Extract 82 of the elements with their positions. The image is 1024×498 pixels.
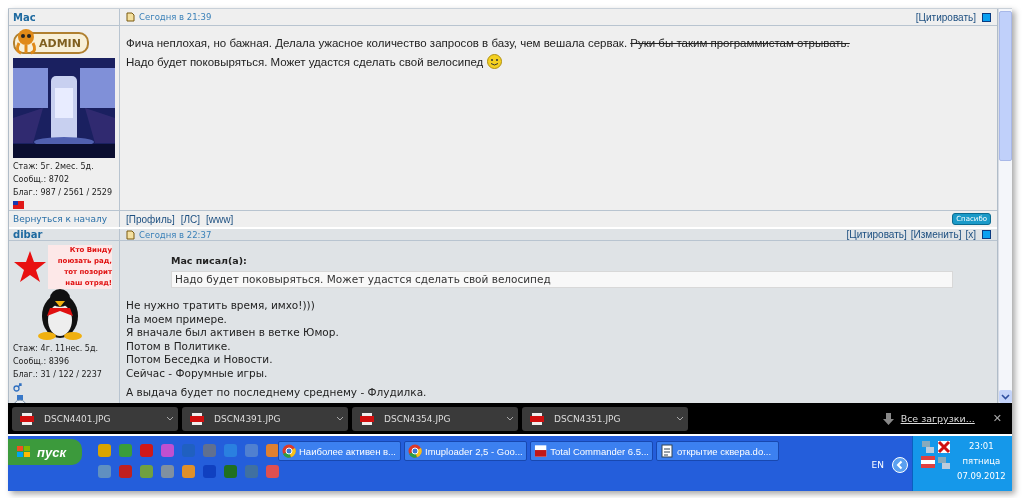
post-text: Сейчас - Форумные игры.: [126, 366, 268, 380]
male-icon: [13, 383, 22, 392]
image-file-icon: [360, 412, 374, 425]
post-text: А выдача будет по последнему среднему - Флудилка.: [126, 386, 427, 400]
program-icon[interactable]: [266, 465, 279, 478]
profile-link[interactable]: [ЛС]: [180, 213, 201, 225]
user-stat: Благ.: 987 / 2561 / 2529: [13, 187, 113, 199]
quote-text: Надо будет поковыряться. Может удастся сделать свой велосипед: [171, 271, 953, 288]
program-icon[interactable]: [161, 444, 174, 457]
program-icon[interactable]: [119, 444, 132, 457]
post-text: На моем примере.: [126, 312, 227, 326]
taskbar-button[interactable]: Наиболее активен в...: [278, 441, 401, 461]
program-icon[interactable]: [140, 444, 153, 457]
user-stat: Сообщ.: 8702: [13, 174, 69, 186]
post-time: Сегодня в 22:37: [139, 229, 212, 240]
browser-icon: [282, 444, 296, 458]
square-icon: [982, 230, 991, 239]
flag-icon: [13, 201, 24, 209]
program-icon[interactable]: [182, 465, 195, 478]
all-downloads-link[interactable]: Все загрузки...: [900, 413, 975, 424]
scroll-down-icon[interactable]: [999, 390, 1012, 403]
post-text: Фича неплохая, но бажная. Делала ужасное количество запросов в базу, чем вешала сервак. Руки бы таким программистам отрывать.: [126, 36, 850, 50]
flag-icon[interactable]: [921, 456, 935, 468]
post-action-link[interactable]: [Цитировать]: [915, 11, 976, 23]
chevron-icon[interactable]: [892, 457, 908, 473]
download-item[interactable]: DSCN4401.JPG: [12, 406, 178, 431]
back-to-top-link[interactable]: Вернуться к началу: [13, 214, 107, 224]
caret-icon[interactable]: [336, 415, 344, 422]
caret-icon[interactable]: [166, 415, 174, 422]
image-file-icon: [530, 412, 544, 425]
download-item[interactable]: DSCN4351.JPG: [522, 406, 688, 431]
profile-link[interactable]: [Профиль]: [126, 213, 175, 225]
close-button[interactable]: ✕: [992, 412, 1002, 425]
user-stat: Благ.: 31 / 122 / 2237: [13, 369, 102, 381]
post-action-link[interactable]: [Цитировать]: [846, 229, 907, 240]
post-action-link[interactable]: [x]: [965, 229, 976, 240]
download-item[interactable]: DSCN4354.JPG: [352, 406, 518, 431]
post-text: Потом в Политике.: [126, 339, 231, 353]
user-stat: Стаж: 4г. 11нес. 5д.: [13, 343, 98, 355]
download-icon: [882, 412, 894, 425]
post-time: Сегодня в 21:39: [139, 12, 212, 22]
download-item[interactable]: DSCN4391.JPG: [182, 406, 348, 431]
post-text: Потом Беседка и Новости.: [126, 353, 273, 367]
author-name[interactable]: Мас: [13, 11, 36, 23]
scroll-thumb[interactable]: [999, 11, 1012, 161]
star-icon: [13, 250, 47, 284]
program-icon[interactable]: [224, 444, 237, 457]
taskbar-button[interactable]: открытие сквера.do...: [656, 441, 779, 461]
program-icon[interactable]: [119, 465, 132, 478]
browser-icon: [408, 444, 422, 458]
square-icon: [982, 12, 991, 22]
post-text: Я вначале был активен в ветке Юмор.: [126, 326, 339, 340]
start-button[interactable]: пуск: [8, 439, 82, 465]
post-icon: [126, 12, 135, 22]
antivirus-icon[interactable]: [937, 440, 951, 454]
image-file-icon: [20, 412, 34, 425]
document-icon: [660, 444, 674, 458]
post-text: Надо будет поковыряться. Может удастся сделать свой велосипед: [126, 54, 484, 69]
user-stat: Сообщ.: 8396: [13, 356, 69, 368]
program-icon[interactable]: [140, 465, 153, 478]
program-icon[interactable]: [98, 444, 111, 457]
taskbar-button[interactable]: Total Commander 6.5...: [530, 441, 653, 461]
quote-author: Мас писал(а):: [171, 255, 247, 266]
program-icon[interactable]: [98, 465, 111, 478]
admin-badge: ADMIN: [13, 32, 89, 54]
language-indicator[interactable]: EN: [871, 460, 884, 470]
caret-icon[interactable]: [506, 415, 514, 422]
caret-icon[interactable]: [676, 415, 684, 422]
author-name[interactable]: dibar: [13, 229, 43, 240]
post-icon: [126, 229, 135, 240]
windows-logo: [16, 445, 32, 459]
program-icon: [534, 444, 548, 458]
program-icon[interactable]: [203, 465, 216, 478]
profile-link[interactable]: [www]: [206, 213, 234, 225]
program-icon[interactable]: [245, 444, 258, 457]
taskbar-button[interactable]: Imuploader 2,5 - Goo...: [404, 441, 527, 461]
user-stat: Стаж: 5г. 2мес. 5д.: [13, 161, 94, 173]
program-icon[interactable]: [161, 465, 174, 478]
post-action-link[interactable]: [Изменить]: [910, 229, 962, 240]
scrollbar[interactable]: [998, 9, 1012, 403]
image-file-icon: [190, 412, 204, 425]
post-text: Не нужно тратить время, имхо!))): [126, 299, 315, 313]
